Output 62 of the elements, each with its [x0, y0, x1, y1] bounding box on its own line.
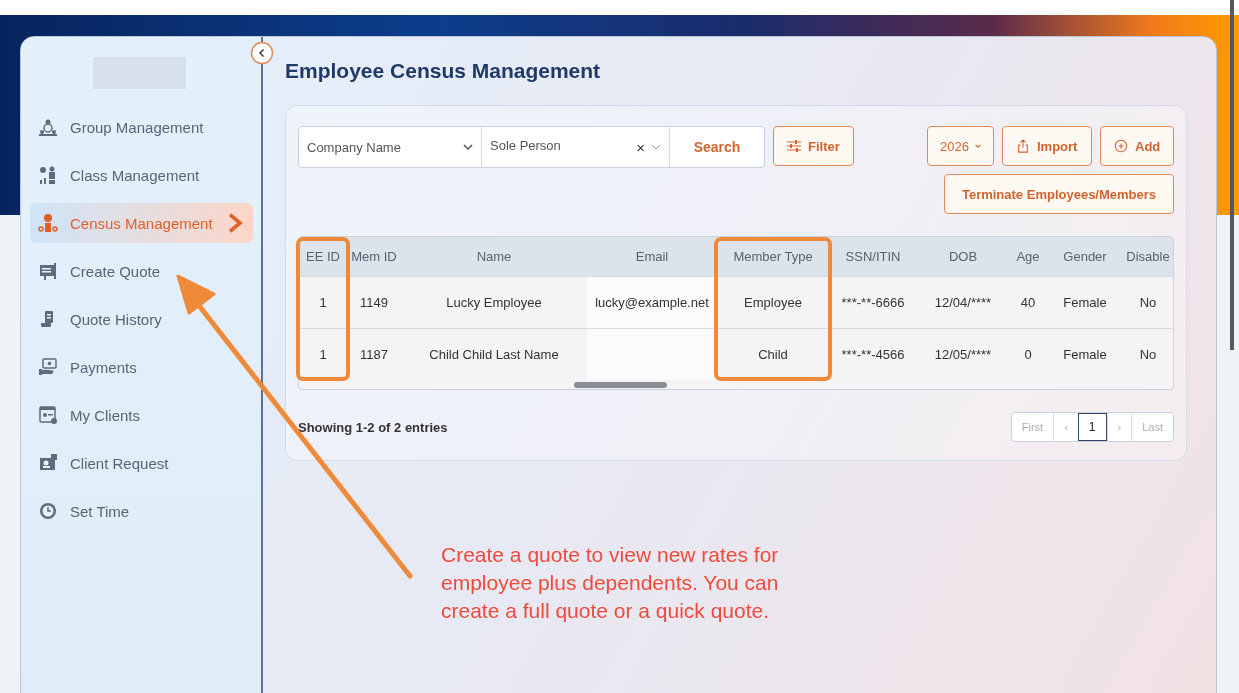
column-header: Gender	[1047, 237, 1123, 277]
column-header: SSN/ITIN	[829, 237, 917, 277]
table-cell: lucky@example.net	[587, 276, 717, 329]
search-button[interactable]: Search	[670, 127, 764, 167]
column-header: Age	[1009, 237, 1047, 277]
menu-icon	[38, 261, 58, 281]
sidebar-item[interactable]: Client Request	[30, 443, 253, 483]
page-title: Employee Census Management	[285, 59, 602, 83]
person-select[interactable]: Sole Person ×	[482, 127, 670, 167]
sidebar-item[interactable]: Group Management	[30, 107, 253, 147]
sidebar-item[interactable]: Quote History	[30, 299, 253, 339]
sliders-icon	[786, 139, 802, 153]
table-cell: Employee	[717, 276, 829, 329]
column-header: Email	[587, 237, 717, 277]
menu-icon	[38, 501, 58, 521]
table-cell: 1149	[347, 276, 401, 329]
scrollbar-thumb[interactable]	[1230, 0, 1234, 350]
caret-icon	[463, 143, 473, 151]
menu-icon	[38, 117, 58, 137]
column-header: Name	[401, 237, 587, 277]
menu-icon	[38, 453, 58, 473]
table-cell: ***-**-6666	[829, 276, 917, 329]
table-cell: No	[1123, 276, 1173, 329]
add-button[interactable]: Add	[1100, 126, 1174, 166]
table-cell: 0	[1009, 328, 1047, 380]
clear-icon[interactable]: ×	[636, 138, 645, 156]
table-cell: 12/05/****	[917, 328, 1009, 380]
table-cell: Female	[1047, 328, 1123, 380]
menu-icon	[38, 357, 58, 377]
table-cell: No	[1123, 328, 1173, 380]
import-button[interactable]: Import	[1002, 126, 1092, 166]
menu-icon	[38, 213, 58, 233]
menu-icon	[38, 165, 58, 185]
table-cell: Child	[717, 328, 829, 380]
table-cell: 1187	[347, 328, 401, 380]
collapse-icon[interactable]	[250, 41, 274, 65]
column-header: Disable	[1123, 237, 1173, 277]
page-button[interactable]: 1	[1077, 413, 1107, 441]
year-select[interactable]: 2026	[927, 126, 994, 166]
table-cell: 12/04/****	[917, 276, 1009, 329]
column-header: Mem ID	[347, 237, 401, 277]
terminate-button[interactable]: Terminate Employees/Members	[944, 174, 1174, 214]
filter-button[interactable]: Filter	[773, 126, 854, 166]
upload-icon	[1015, 139, 1031, 153]
menu-icon	[38, 405, 58, 425]
sidebar-item[interactable]: Payments	[30, 347, 253, 387]
company-select[interactable]: Company Name	[299, 127, 482, 167]
table-cell: 40	[1009, 276, 1047, 329]
sidebar-item[interactable]: Create Quote	[30, 251, 253, 291]
table-cell: ***-**-4566	[829, 328, 917, 380]
column-header: DOB	[917, 237, 1009, 277]
annotation-text: Create a quote to view new rates for employee plus dependents. You can create a full quote or a quick quote.	[441, 542, 779, 624]
table-cell: Female	[1047, 276, 1123, 329]
scrollbar-thumb[interactable]	[574, 382, 667, 388]
sidebar-item[interactable]: My Clients	[30, 395, 253, 435]
sidebar-item[interactable]: Census Management	[30, 203, 253, 243]
plus-circle-icon	[1113, 139, 1129, 153]
sidebar-item[interactable]: Class Management	[30, 155, 253, 195]
table-cell: 1	[299, 328, 347, 380]
sidebar-item[interactable]: Set Time	[30, 491, 253, 531]
caret-icon	[651, 143, 661, 151]
entries-summary: Showing 1-2 of 2 entries	[298, 419, 448, 435]
